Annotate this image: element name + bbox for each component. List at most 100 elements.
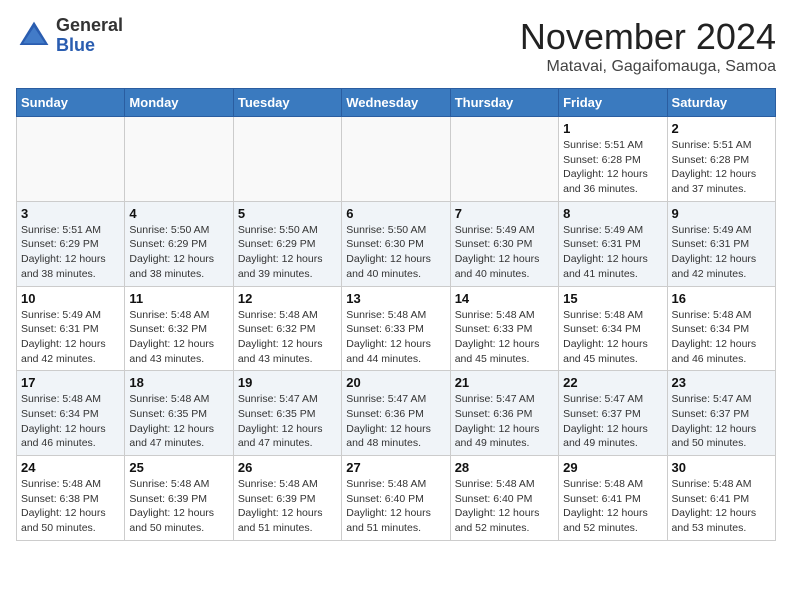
calendar-day-cell: 11 Sunrise: 5:48 AM Sunset: 6:32 PM Dayli…	[125, 286, 233, 371]
day-info: Sunrise: 5:47 AM Sunset: 6:37 PM Dayligh…	[563, 392, 662, 451]
day-number: 1	[563, 121, 662, 136]
day-info: Sunrise: 5:48 AM Sunset: 6:32 PM Dayligh…	[238, 308, 337, 367]
calendar-day-cell	[17, 117, 125, 202]
day-info: Sunrise: 5:50 AM Sunset: 6:29 PM Dayligh…	[129, 223, 228, 282]
day-number: 9	[672, 206, 771, 221]
month-title: November 2024	[520, 16, 776, 58]
day-number: 2	[672, 121, 771, 136]
logo-blue-text: Blue	[56, 36, 123, 56]
day-info: Sunrise: 5:48 AM Sunset: 6:33 PM Dayligh…	[455, 308, 554, 367]
col-header-saturday: Saturday	[667, 89, 775, 117]
col-header-friday: Friday	[559, 89, 667, 117]
day-number: 30	[672, 460, 771, 475]
day-number: 7	[455, 206, 554, 221]
day-info: Sunrise: 5:48 AM Sunset: 6:38 PM Dayligh…	[21, 477, 120, 536]
calendar-day-cell: 1 Sunrise: 5:51 AM Sunset: 6:28 PM Daylig…	[559, 117, 667, 202]
day-number: 20	[346, 375, 445, 390]
calendar-day-cell: 20 Sunrise: 5:47 AM Sunset: 6:36 PM Dayli…	[342, 371, 450, 456]
day-number: 4	[129, 206, 228, 221]
day-info: Sunrise: 5:51 AM Sunset: 6:29 PM Dayligh…	[21, 223, 120, 282]
day-info: Sunrise: 5:50 AM Sunset: 6:29 PM Dayligh…	[238, 223, 337, 282]
calendar-day-cell: 7 Sunrise: 5:49 AM Sunset: 6:30 PM Daylig…	[450, 201, 558, 286]
calendar-week-row: 17 Sunrise: 5:48 AM Sunset: 6:34 PM Dayli…	[17, 371, 776, 456]
day-info: Sunrise: 5:49 AM Sunset: 6:31 PM Dayligh…	[563, 223, 662, 282]
page-header: General Blue November 2024 Matavai, Gaga…	[16, 16, 776, 76]
calendar-day-cell: 12 Sunrise: 5:48 AM Sunset: 6:32 PM Dayli…	[233, 286, 341, 371]
day-info: Sunrise: 5:48 AM Sunset: 6:41 PM Dayligh…	[672, 477, 771, 536]
logo: General Blue	[16, 16, 123, 56]
location-subtitle: Matavai, Gagaifomauga, Samoa	[520, 58, 776, 76]
calendar-day-cell	[233, 117, 341, 202]
calendar-day-cell: 24 Sunrise: 5:48 AM Sunset: 6:38 PM Dayli…	[17, 456, 125, 541]
calendar-day-cell	[450, 117, 558, 202]
col-header-tuesday: Tuesday	[233, 89, 341, 117]
calendar-day-cell: 10 Sunrise: 5:49 AM Sunset: 6:31 PM Dayli…	[17, 286, 125, 371]
day-info: Sunrise: 5:48 AM Sunset: 6:32 PM Dayligh…	[129, 308, 228, 367]
day-number: 21	[455, 375, 554, 390]
calendar-day-cell	[342, 117, 450, 202]
calendar-day-cell: 6 Sunrise: 5:50 AM Sunset: 6:30 PM Daylig…	[342, 201, 450, 286]
day-number: 17	[21, 375, 120, 390]
day-number: 3	[21, 206, 120, 221]
calendar-day-cell: 9 Sunrise: 5:49 AM Sunset: 6:31 PM Daylig…	[667, 201, 775, 286]
day-number: 5	[238, 206, 337, 221]
calendar-day-cell: 30 Sunrise: 5:48 AM Sunset: 6:41 PM Dayli…	[667, 456, 775, 541]
day-info: Sunrise: 5:48 AM Sunset: 6:34 PM Dayligh…	[672, 308, 771, 367]
calendar-day-cell: 29 Sunrise: 5:48 AM Sunset: 6:41 PM Dayli…	[559, 456, 667, 541]
day-number: 24	[21, 460, 120, 475]
day-number: 22	[563, 375, 662, 390]
calendar-week-row: 3 Sunrise: 5:51 AM Sunset: 6:29 PM Daylig…	[17, 201, 776, 286]
day-number: 18	[129, 375, 228, 390]
calendar-header-row: SundayMondayTuesdayWednesdayThursdayFrid…	[17, 89, 776, 117]
calendar-day-cell: 13 Sunrise: 5:48 AM Sunset: 6:33 PM Dayli…	[342, 286, 450, 371]
col-header-monday: Monday	[125, 89, 233, 117]
calendar-day-cell: 15Sunrise: 5:48 AM Sunset: 6:34 PM Dayli…	[559, 286, 667, 371]
day-number: 6	[346, 206, 445, 221]
logo-icon	[16, 18, 52, 54]
day-info: Sunrise: 5:50 AM Sunset: 6:30 PM Dayligh…	[346, 223, 445, 282]
day-info: Sunrise: 5:49 AM Sunset: 6:30 PM Dayligh…	[455, 223, 554, 282]
day-info: Sunrise: 5:49 AM Sunset: 6:31 PM Dayligh…	[21, 308, 120, 367]
day-number: 19	[238, 375, 337, 390]
calendar-day-cell: 26 Sunrise: 5:48 AM Sunset: 6:39 PM Dayli…	[233, 456, 341, 541]
day-number: 13	[346, 291, 445, 306]
calendar-week-row: 10 Sunrise: 5:49 AM Sunset: 6:31 PM Dayli…	[17, 286, 776, 371]
calendar-day-cell: 5 Sunrise: 5:50 AM Sunset: 6:29 PM Daylig…	[233, 201, 341, 286]
day-info: Sunrise: 5:48 AM Sunset: 6:41 PM Dayligh…	[563, 477, 662, 536]
day-number: 26	[238, 460, 337, 475]
day-info: Sunrise: 5:49 AM Sunset: 6:31 PM Dayligh…	[672, 223, 771, 282]
calendar-week-row: 1 Sunrise: 5:51 AM Sunset: 6:28 PM Daylig…	[17, 117, 776, 202]
day-number: 8	[563, 206, 662, 221]
day-number: 28	[455, 460, 554, 475]
day-info: Sunrise: 5:48 AM Sunset: 6:40 PM Dayligh…	[346, 477, 445, 536]
calendar-day-cell: 8 Sunrise: 5:49 AM Sunset: 6:31 PM Daylig…	[559, 201, 667, 286]
day-number: 15	[563, 291, 662, 306]
day-number: 29	[563, 460, 662, 475]
day-info: Sunrise: 5:48 AM Sunset: 6:34 PM Dayligh…	[21, 392, 120, 451]
day-number: 12	[238, 291, 337, 306]
calendar-day-cell: 27 Sunrise: 5:48 AM Sunset: 6:40 PM Dayli…	[342, 456, 450, 541]
calendar-table: SundayMondayTuesdayWednesdayThursdayFrid…	[16, 88, 776, 541]
day-number: 16	[672, 291, 771, 306]
day-number: 10	[21, 291, 120, 306]
day-info: Sunrise: 5:47 AM Sunset: 6:36 PM Dayligh…	[346, 392, 445, 451]
day-info: Sunrise: 5:51 AM Sunset: 6:28 PM Dayligh…	[672, 138, 771, 197]
calendar-day-cell: 17 Sunrise: 5:48 AM Sunset: 6:34 PM Dayli…	[17, 371, 125, 456]
day-info: Sunrise: 5:48 AM Sunset: 6:35 PM Dayligh…	[129, 392, 228, 451]
col-header-sunday: Sunday	[17, 89, 125, 117]
calendar-day-cell: 18 Sunrise: 5:48 AM Sunset: 6:35 PM Dayli…	[125, 371, 233, 456]
day-info: Sunrise: 5:51 AM Sunset: 6:28 PM Dayligh…	[563, 138, 662, 197]
day-info: Sunrise: 5:48 AM Sunset: 6:39 PM Dayligh…	[238, 477, 337, 536]
day-number: 11	[129, 291, 228, 306]
calendar-day-cell: 14Sunrise: 5:48 AM Sunset: 6:33 PM Dayli…	[450, 286, 558, 371]
calendar-day-cell: 16 Sunrise: 5:48 AM Sunset: 6:34 PM Dayli…	[667, 286, 775, 371]
calendar-day-cell: 28 Sunrise: 5:48 AM Sunset: 6:40 PM Dayli…	[450, 456, 558, 541]
calendar-day-cell: 2 Sunrise: 5:51 AM Sunset: 6:28 PM Daylig…	[667, 117, 775, 202]
logo-general-text: General	[56, 16, 123, 36]
day-info: Sunrise: 5:48 AM Sunset: 6:33 PM Dayligh…	[346, 308, 445, 367]
day-number: 27	[346, 460, 445, 475]
calendar-day-cell: 25Sunrise: 5:48 AM Sunset: 6:39 PM Dayli…	[125, 456, 233, 541]
day-number: 23	[672, 375, 771, 390]
day-info: Sunrise: 5:48 AM Sunset: 6:40 PM Dayligh…	[455, 477, 554, 536]
calendar-day-cell: 23Sunrise: 5:47 AM Sunset: 6:37 PM Dayli…	[667, 371, 775, 456]
